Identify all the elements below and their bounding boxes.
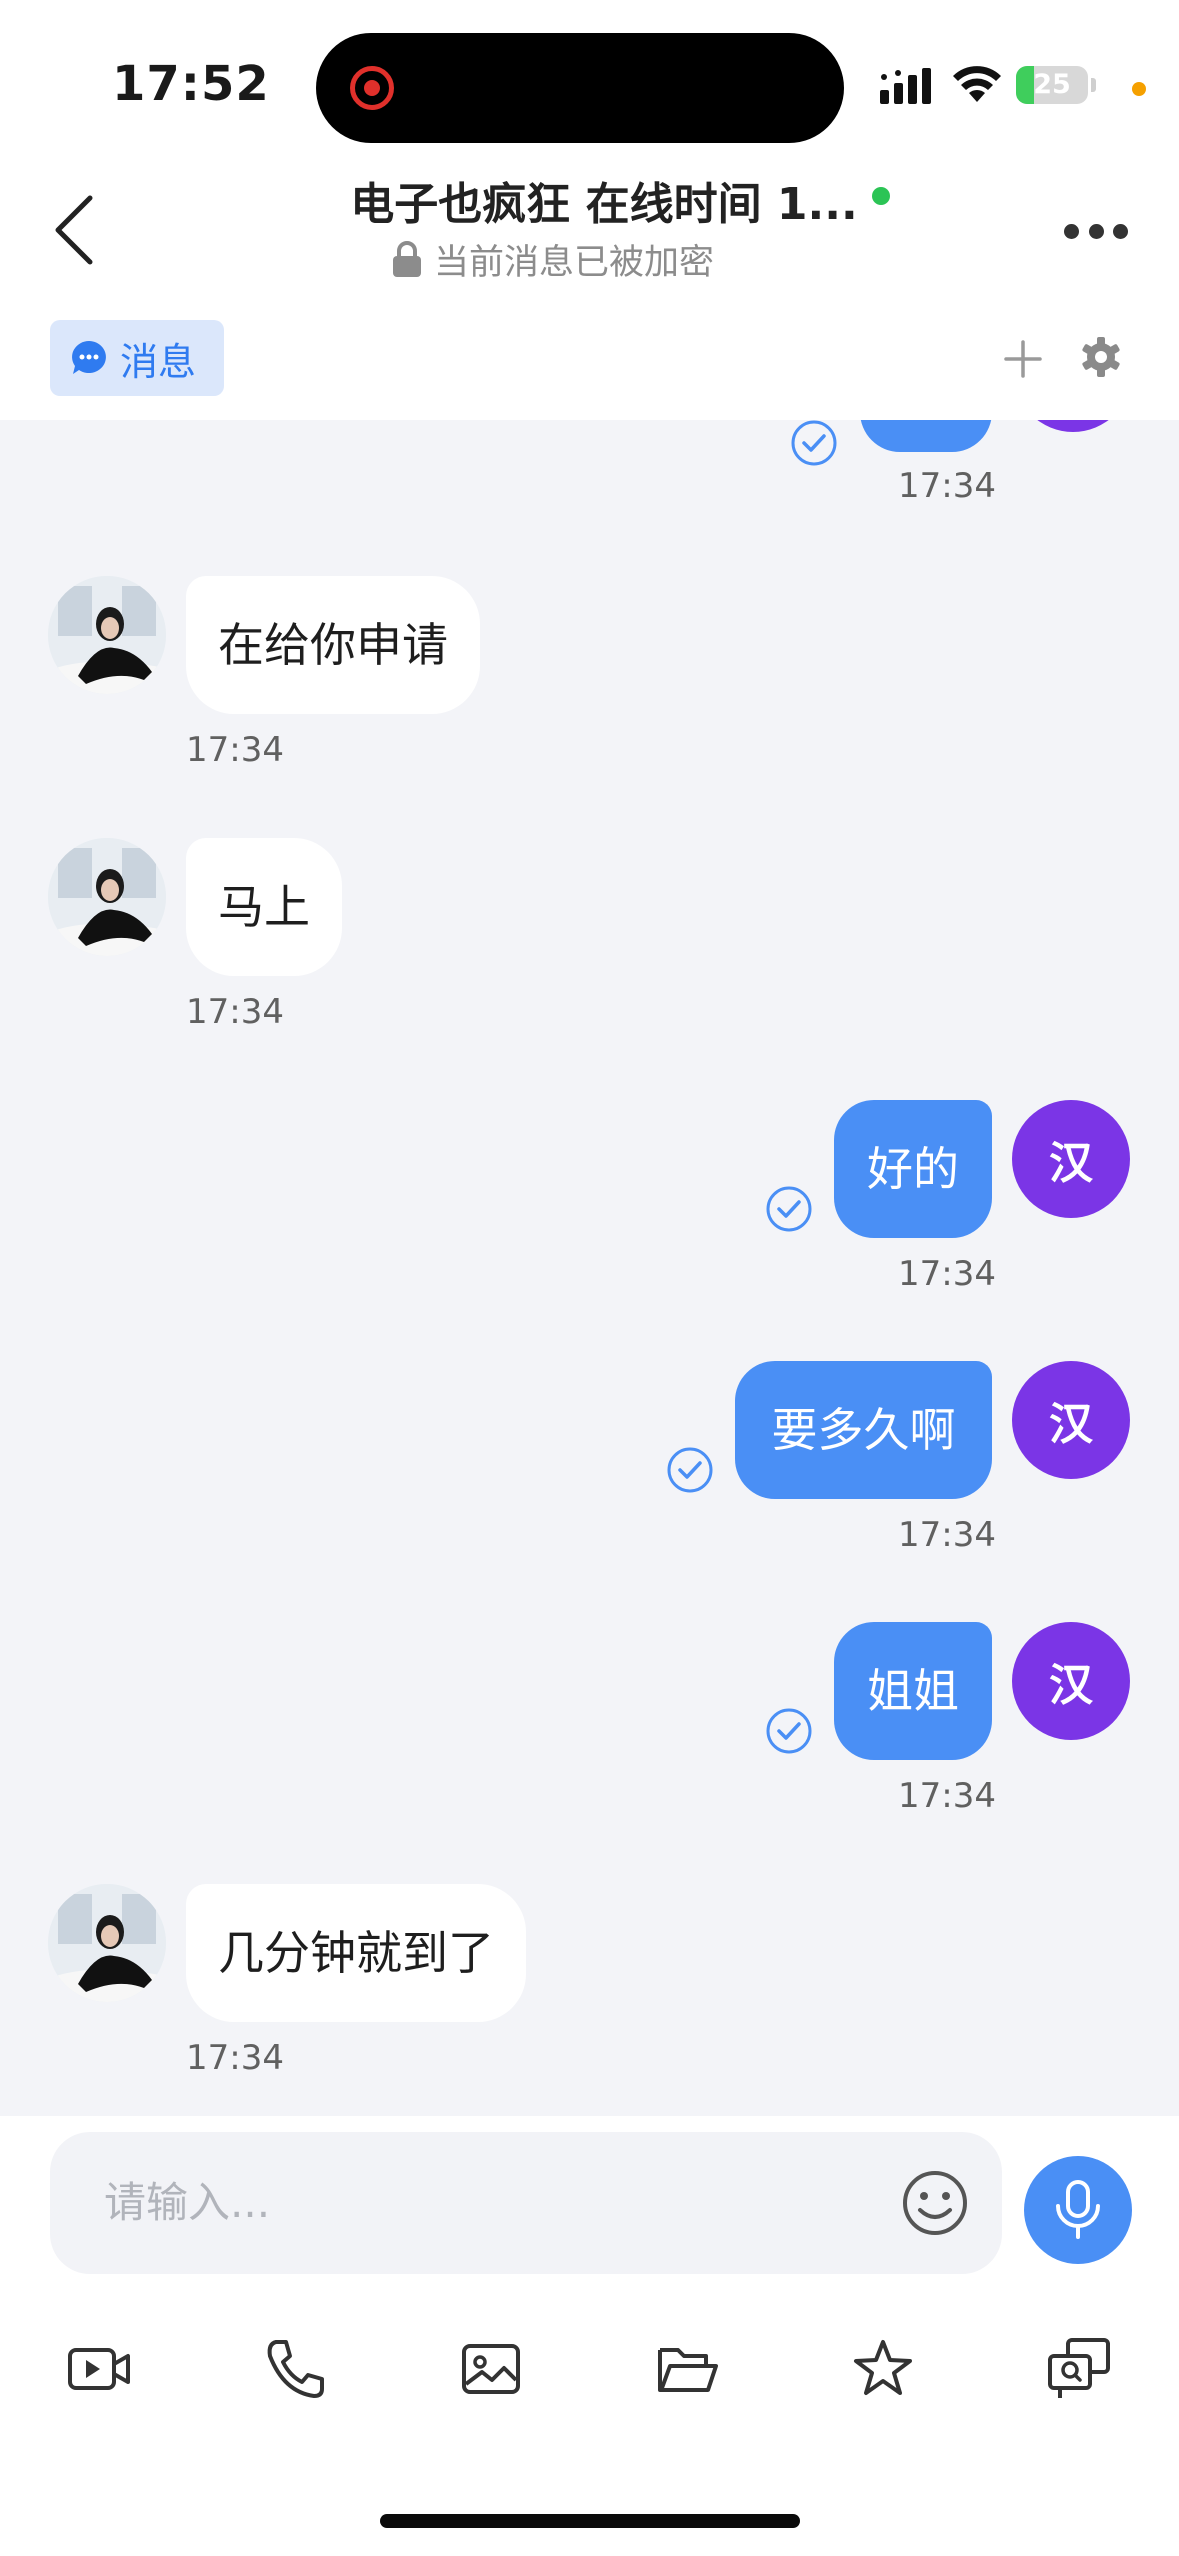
contact-photo <box>48 1884 166 2002</box>
folder-icon[interactable] <box>654 2336 720 2402</box>
read-check-icon <box>766 1708 812 1754</box>
message-outgoing: 姐姐 汉 17:34 <box>0 1622 1179 1822</box>
message-bubble[interactable]: 姐姐 <box>834 1622 992 1760</box>
video-icon[interactable] <box>66 2336 132 2402</box>
message-time: 17:34 <box>898 1776 996 1816</box>
message-time: 17:34 <box>186 2038 284 2078</box>
message-input-placeholder: 请输入... <box>104 2178 271 2227</box>
dynamic-island <box>316 33 844 143</box>
message-incoming: 几分钟就到了 17:34 <box>0 1884 1179 2084</box>
status-time: 17:52 <box>112 56 270 112</box>
chat-header: 电子也疯狂 在线时间 1... 当前消息已被加密 <box>0 160 1179 300</box>
screen-share-icon[interactable] <box>1046 2336 1112 2402</box>
message-outgoing: 好的 汉 17:34 <box>0 1100 1179 1300</box>
online-status-dot <box>871 187 890 205</box>
contact-avatar[interactable] <box>48 576 166 694</box>
wifi-icon <box>953 66 1001 102</box>
message-incoming: 在给你申请 17:34 <box>0 576 1179 776</box>
tab-bar: 消息 <box>0 300 1179 420</box>
chat-title-row[interactable]: 电子也疯狂 在线时间 1... <box>320 160 920 240</box>
message-bubble[interactable]: 马上 <box>186 838 342 976</box>
tab-messages-label: 消息 <box>120 339 197 384</box>
encryption-notice: 当前消息已被加密 <box>390 234 714 284</box>
message-bubble[interactable]: 要多久啊 <box>735 1361 992 1499</box>
image-icon[interactable] <box>458 2336 524 2402</box>
back-arrow-icon[interactable] <box>50 190 100 270</box>
encryption-text: 当前消息已被加密 <box>434 242 715 283</box>
message-time: 17:34 <box>898 1515 996 1555</box>
user-avatar[interactable]: 汉 <box>1012 1622 1130 1740</box>
voice-input-button[interactable] <box>1024 2156 1132 2264</box>
read-check-icon <box>766 1186 812 1232</box>
message-bubble[interactable]: 在给你申请 <box>186 576 480 714</box>
battery-cap <box>1091 78 1096 92</box>
cellular-signal-icon <box>880 68 931 104</box>
phone-icon[interactable] <box>262 2336 328 2402</box>
privacy-indicator-dot <box>1132 82 1146 96</box>
star-icon[interactable] <box>850 2336 916 2402</box>
user-avatar[interactable]: 汉 <box>1012 1361 1130 1479</box>
message-bubble[interactable]: 几分钟就到了 <box>186 1884 526 2022</box>
composer: 请输入... <box>0 2116 1179 2556</box>
message-bubble[interactable]: 好的 <box>834 1100 992 1238</box>
contact-avatar[interactable] <box>48 838 166 956</box>
message-outgoing: 要多久啊 汉 17:34 <box>0 1361 1179 1561</box>
message-list[interactable]: 17:34 在给你申请 17:34 马上 17:34 好的 汉 17:34 要多… <box>0 420 1179 2116</box>
message-time: 17:34 <box>898 466 996 506</box>
message-time: 17:34 <box>186 992 284 1032</box>
read-check-icon <box>667 1447 713 1493</box>
chat-title: 电子也疯狂 在线时间 1... <box>350 179 858 230</box>
message-incoming: 马上 17:34 <box>0 838 1179 1038</box>
contact-photo <box>48 576 166 694</box>
tab-messages[interactable]: 消息 <box>50 320 224 396</box>
recording-icon <box>350 66 394 110</box>
chat-bubble-icon <box>72 341 106 374</box>
contact-avatar[interactable] <box>48 1884 166 2002</box>
microphone-icon <box>1056 2180 1100 2239</box>
message-time: 17:34 <box>186 730 284 770</box>
home-indicator[interactable] <box>380 2514 800 2528</box>
message-time: 17:34 <box>898 1254 996 1294</box>
message-outgoing-partial: 17:34 <box>0 420 1179 520</box>
battery-icon: 25 <box>1016 66 1088 104</box>
read-check-icon <box>791 420 837 466</box>
status-bar: 17:52 25 <box>0 0 1179 160</box>
contact-photo <box>48 838 166 956</box>
message-input[interactable]: 请输入... <box>50 2132 1002 2274</box>
lock-icon <box>393 241 421 277</box>
user-avatar[interactable] <box>1014 420 1132 432</box>
battery-level: 25 <box>1033 69 1071 100</box>
more-options-icon[interactable] <box>1064 224 1128 240</box>
emoji-icon[interactable] <box>900 2168 970 2238</box>
gear-icon[interactable] <box>1080 336 1122 378</box>
user-avatar[interactable]: 汉 <box>1012 1100 1130 1218</box>
plus-icon[interactable] <box>1002 338 1044 380</box>
message-bubble[interactable] <box>860 420 992 452</box>
